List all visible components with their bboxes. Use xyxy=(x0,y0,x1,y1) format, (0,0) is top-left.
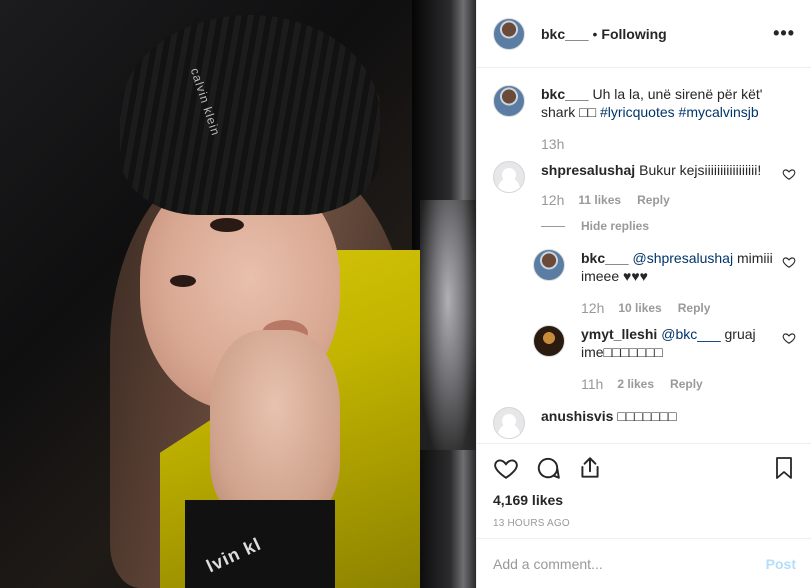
eye xyxy=(170,275,196,287)
comment-item: shpresalushaj Bukur kejsiiiiiiiiiiiiiiiii… xyxy=(493,161,796,209)
replies-list: bkc___ @shpresalushaj mimiii imeee ♥♥♥ 12… xyxy=(533,249,796,393)
comment-username[interactable]: anushisvis xyxy=(541,408,613,424)
comment-icon[interactable] xyxy=(535,455,561,481)
caption-username[interactable]: bkc___ xyxy=(541,86,588,102)
reply-button[interactable]: Reply xyxy=(670,375,703,393)
reply-avatar[interactable] xyxy=(533,325,565,357)
comment-text: □□□□□□□ xyxy=(617,408,677,424)
background-rock xyxy=(420,200,476,450)
commenter-avatar[interactable] xyxy=(493,407,525,439)
divider-line xyxy=(541,225,565,227)
post-side-panel: bkc___ • Following ••• bkc___ Uh la la, u… xyxy=(476,0,811,588)
reply-username[interactable]: bkc___ xyxy=(581,250,628,266)
caption-emoji: □□ xyxy=(579,104,597,120)
reply-likes[interactable]: 2 likes xyxy=(617,375,654,393)
hide-replies-label: Hide replies xyxy=(581,219,650,233)
mention-link[interactable]: @shpresalushaj xyxy=(632,250,733,266)
reply-item: ymyt_lleshi @bkc___ gruaj ime□□□□□□□ 11h … xyxy=(533,325,796,393)
comments-list[interactable]: bkc___ Uh la la, unë sirenë për kët' shar… xyxy=(477,69,811,443)
eye xyxy=(210,218,244,232)
reply-username[interactable]: ymyt_lleshi xyxy=(581,326,657,342)
post-header: bkc___ • Following ••• xyxy=(477,0,811,68)
post-photo[interactable]: calvin klein lvin kl xyxy=(0,0,476,588)
reply-button[interactable]: Reply xyxy=(678,299,711,317)
reply-like-heart-icon[interactable] xyxy=(782,255,796,269)
caption: bkc___ Uh la la, unë sirenë për kët' shar… xyxy=(493,85,796,153)
hashtag-link[interactable]: #lyricquotes xyxy=(600,104,675,120)
reply-like-heart-icon[interactable] xyxy=(782,331,796,345)
reply-avatar[interactable] xyxy=(533,249,565,281)
action-bar xyxy=(493,444,796,492)
post-timestamp[interactable]: 13 HOURS AGO xyxy=(493,518,796,529)
more-options-icon[interactable]: ••• xyxy=(773,23,795,44)
comment-like-heart-icon[interactable] xyxy=(782,167,796,181)
mention-link[interactable]: @bkc___ xyxy=(661,326,720,342)
reply-time[interactable]: 11h xyxy=(581,375,603,393)
commenter-avatar[interactable] xyxy=(493,161,525,193)
author-username[interactable]: bkc___ xyxy=(541,26,588,42)
hand xyxy=(210,330,340,520)
heart-icon[interactable] xyxy=(493,455,519,481)
reply-button[interactable]: Reply xyxy=(637,191,670,209)
beanie xyxy=(120,15,380,215)
caption-time[interactable]: 13h xyxy=(541,135,564,153)
add-comment-bar: Post xyxy=(477,538,811,588)
reply-item: bkc___ @shpresalushaj mimiii imeee ♥♥♥ 12… xyxy=(533,249,796,317)
comment-text: Bukur kejsiiiiiiiiiiiiiiiii! xyxy=(639,162,762,178)
comment-time[interactable]: 12h xyxy=(541,191,564,209)
post-comment-button[interactable]: Post xyxy=(766,556,796,572)
comment-item: anushisvis □□□□□□□ xyxy=(493,407,796,439)
comment-input[interactable] xyxy=(493,555,766,572)
comment-username[interactable]: shpresalushaj xyxy=(541,162,635,178)
hashtag-link[interactable]: #mycalvinsjb xyxy=(679,104,759,120)
share-icon[interactable] xyxy=(577,455,603,481)
reply-likes[interactable]: 10 likes xyxy=(618,299,661,317)
hide-replies-toggle[interactable]: Hide replies xyxy=(541,219,796,233)
follow-status-button[interactable]: Following xyxy=(601,26,666,42)
separator-dot: • xyxy=(592,25,598,42)
post-actions-area: 4,169 likes 13 HOURS AGO xyxy=(477,443,811,538)
author-avatar[interactable] xyxy=(493,17,525,50)
bookmark-icon[interactable] xyxy=(772,455,796,481)
comment-likes[interactable]: 11 likes xyxy=(578,191,621,209)
reply-time[interactable]: 12h xyxy=(581,299,604,317)
caption-avatar[interactable] xyxy=(493,85,525,117)
likes-count[interactable]: 4,169 likes xyxy=(493,492,796,508)
